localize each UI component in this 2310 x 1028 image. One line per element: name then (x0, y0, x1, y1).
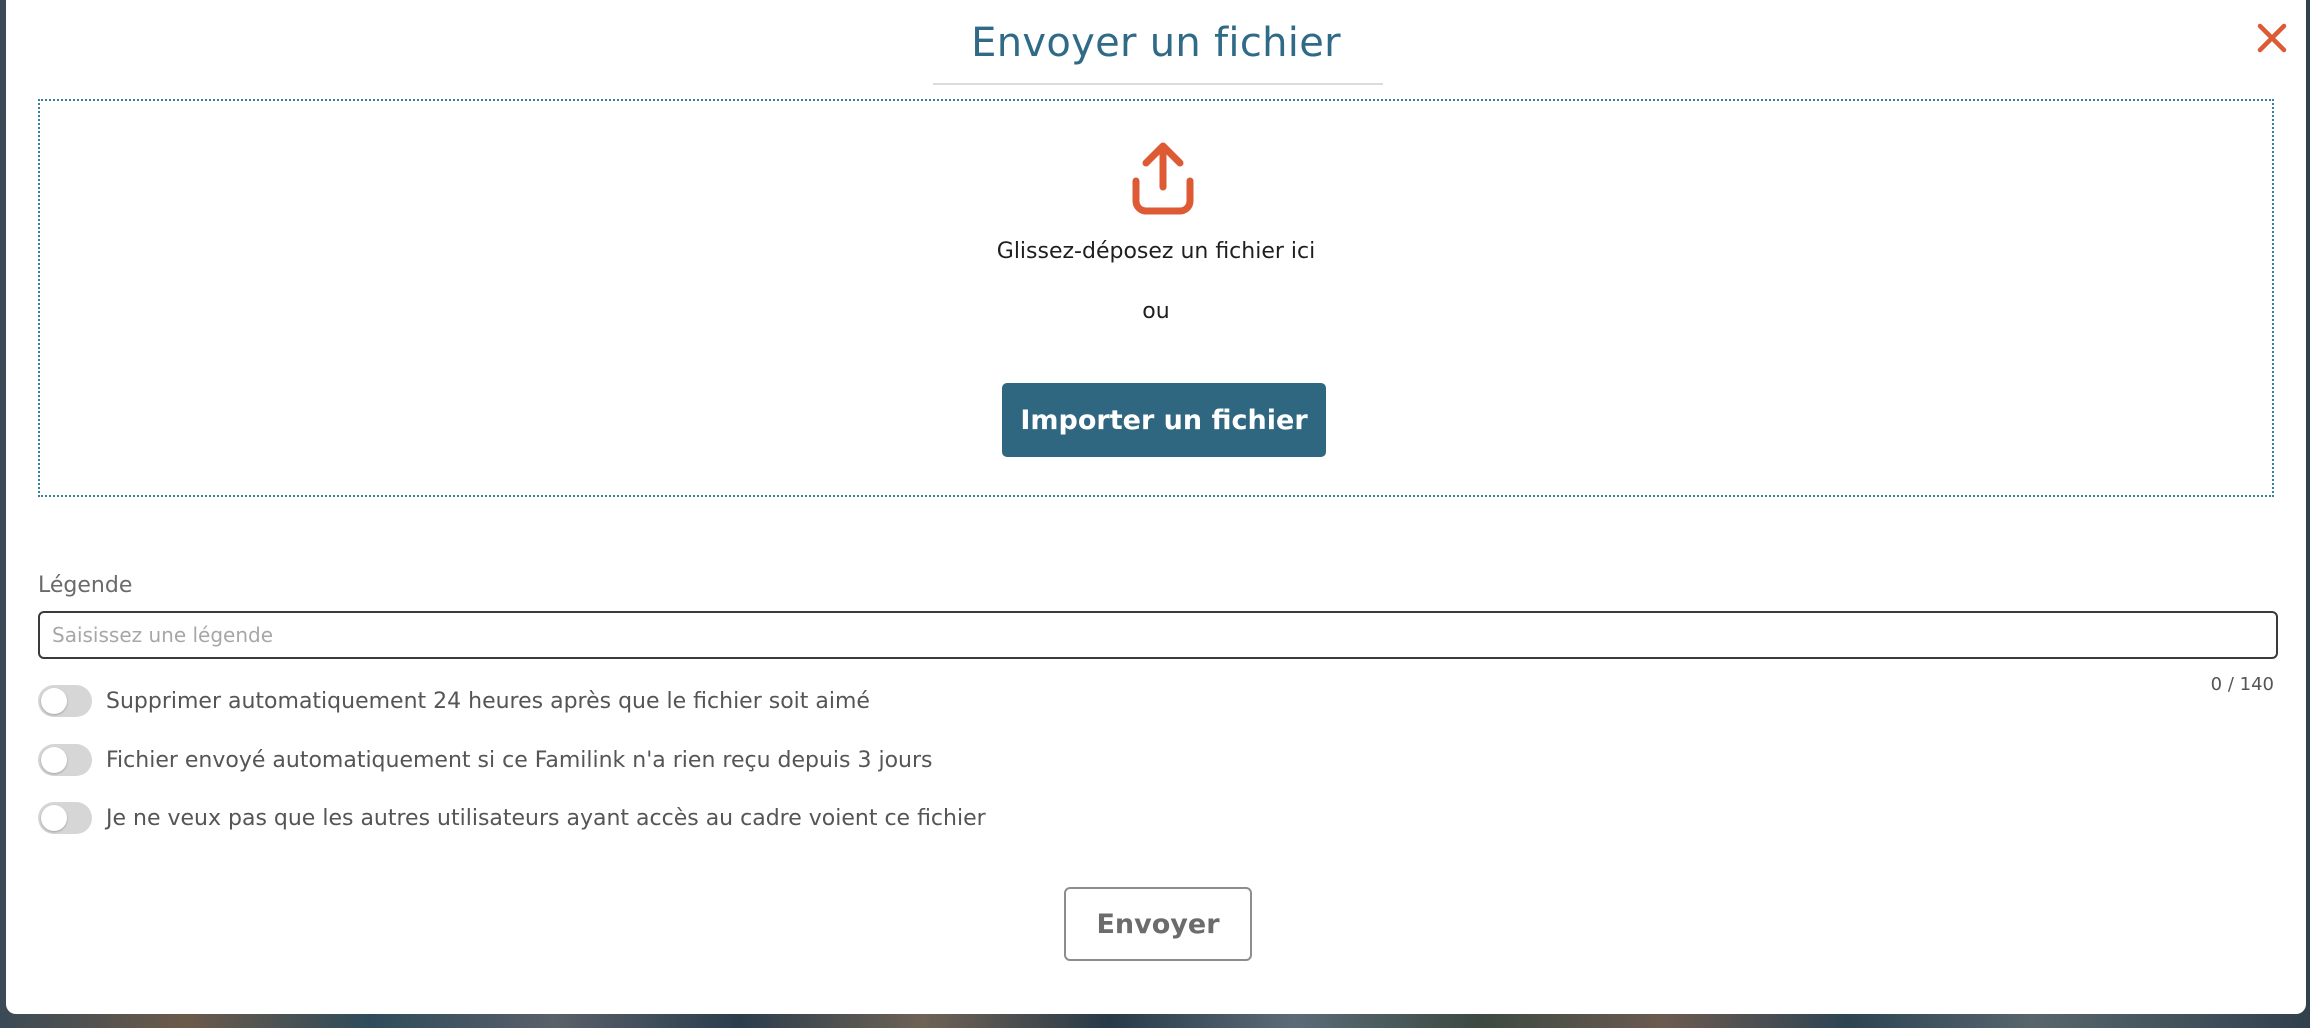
auto-delete-toggle[interactable] (38, 685, 92, 717)
modal-title: Envoyer un fichier (971, 20, 1341, 66)
hide-from-others-label: Je ne veux pas que les autres utilisateu… (106, 805, 986, 831)
auto-delete-label: Supprimer automatiquement 24 heures aprè… (106, 688, 870, 714)
caption-char-counter: 0 / 140 (2210, 674, 2274, 695)
toggle-knob (41, 747, 67, 773)
option-auto-delete: Supprimer automatiquement 24 heures aprè… (38, 685, 870, 717)
toggle-knob (41, 688, 67, 714)
upload-file-modal: Envoyer un fichier Glissez-déposez un fi… (6, 0, 2306, 1014)
hide-from-others-toggle[interactable] (38, 802, 92, 834)
caption-label: Légende (38, 573, 133, 598)
import-file-button[interactable]: Importer un fichier (1002, 383, 1326, 457)
title-underline (933, 83, 1383, 85)
option-hide-from-others: Je ne veux pas que les autres utilisateu… (38, 802, 986, 834)
drop-instruction: Glissez-déposez un fichier ici (996, 239, 1316, 264)
send-button[interactable]: Envoyer (1064, 887, 1252, 961)
file-dropzone[interactable]: Glissez-déposez un fichier ici ou Import… (38, 99, 2274, 497)
option-auto-send: Fichier envoyé automatiquement si ce Fam… (38, 744, 933, 776)
close-button[interactable] (2252, 18, 2292, 58)
close-icon (2257, 23, 2287, 53)
caption-input[interactable] (38, 611, 2278, 659)
upload-icon (1132, 142, 1194, 215)
or-separator: ou (1142, 299, 1170, 324)
auto-send-toggle[interactable] (38, 744, 92, 776)
toggle-knob (41, 805, 67, 831)
auto-send-label: Fichier envoyé automatiquement si ce Fam… (106, 747, 933, 773)
